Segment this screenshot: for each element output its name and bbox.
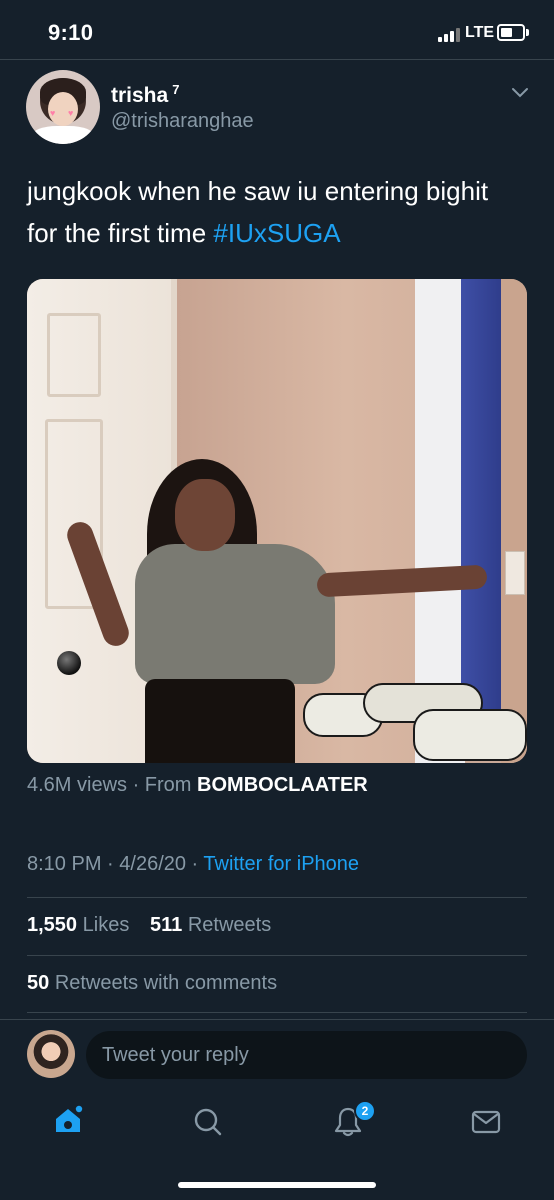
network-type: LTE	[465, 24, 495, 41]
likes-stat[interactable]: 1,550 Likes	[27, 914, 129, 937]
battery-cap	[526, 29, 529, 36]
search-icon	[194, 1108, 222, 1136]
chevron-down-icon[interactable]	[511, 86, 529, 104]
home-indicator[interactable]	[178, 1182, 376, 1188]
tweet-client-link[interactable]: Twitter for iPhone	[203, 853, 359, 875]
video-views: 4.6M views · From BOMBOCLAATER	[27, 774, 368, 797]
tweet-text: jungkook when he saw iu entering bighit …	[27, 170, 507, 254]
author-display-name[interactable]: trisha 7	[111, 82, 179, 108]
mail-icon	[471, 1110, 501, 1134]
views-separator: · From	[127, 774, 198, 796]
name-superscript: 7	[172, 82, 180, 97]
quote-label: Retweets with comments	[54, 972, 278, 994]
display-name-text: trisha	[111, 84, 169, 107]
tab-messages[interactable]	[466, 1102, 506, 1142]
hashtag-link[interactable]: #IUxSUGA	[213, 218, 340, 248]
retweets-count: 511	[150, 914, 183, 936]
tweet-timestamp: 8:10 PM · 4/26/20 · Twitter for iPhone	[27, 853, 359, 876]
quote-tweets-stat[interactable]: 50 Retweets with comments	[27, 972, 277, 995]
retweets-label: Retweets	[187, 914, 272, 936]
retweets-stat[interactable]: 511 Retweets	[150, 914, 271, 937]
author-handle[interactable]: @trisharanghae	[111, 110, 254, 133]
tweet-video[interactable]	[27, 279, 527, 763]
stats-divider-top	[27, 897, 527, 898]
likes-label: Likes	[82, 914, 130, 936]
stats-divider-bottom	[27, 1012, 527, 1013]
tab-search[interactable]	[188, 1102, 228, 1142]
notifications-badge: 2	[354, 1100, 376, 1122]
tweet-date: 4/26/20	[119, 853, 186, 875]
header-divider	[0, 59, 554, 60]
current-user-avatar[interactable]	[27, 1030, 75, 1078]
status-time: 9:10	[48, 20, 94, 45]
quote-count: 50	[27, 972, 50, 994]
home-icon	[56, 1105, 83, 1132]
signal-bars-icon	[438, 26, 460, 42]
stats-divider-middle	[27, 955, 527, 956]
reply-input[interactable]	[86, 1031, 527, 1079]
views-count: 4.6M views	[27, 774, 128, 796]
tab-home[interactable]	[48, 1100, 88, 1140]
video-source-link[interactable]: BOMBOCLAATER	[197, 774, 368, 796]
author-avatar[interactable]: ♥ ♥	[26, 70, 100, 144]
timestamp-separator: ·	[101, 853, 120, 875]
reply-divider	[0, 1019, 554, 1020]
tweet-time: 8:10 PM	[27, 853, 102, 875]
likes-count: 1,550	[27, 914, 78, 936]
timestamp-separator-2: ·	[186, 853, 204, 875]
battery-icon	[497, 24, 525, 41]
